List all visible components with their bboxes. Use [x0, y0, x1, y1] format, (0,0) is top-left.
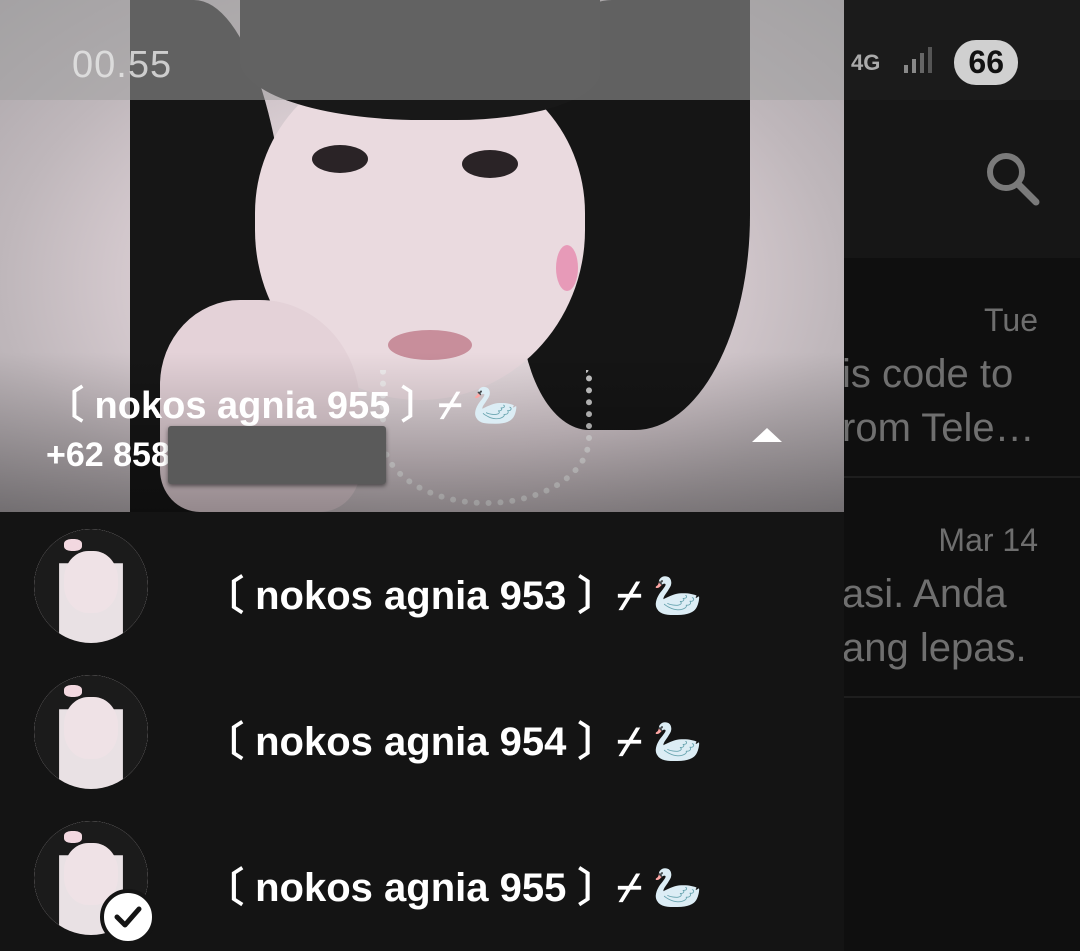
account-name: 〔 nokos agnia 954 〕⌿ 🦢: [204, 720, 703, 764]
chat-preview: rom Tele…: [842, 406, 1035, 450]
profile-photo-earring: [556, 245, 578, 291]
avatar-face: [64, 697, 118, 759]
chevron-up-icon[interactable]: [752, 428, 782, 442]
account-name: 〔 nokos agnia 953 〕⌿ 🦢: [204, 574, 703, 618]
account-item[interactable]: 〔 nokos agnia 953 〕⌿ 🦢: [0, 513, 844, 659]
navigation-drawer: 00.55 〔 nokos agnia 955 〕⌿ 🦢 +62 858 〔 n…: [0, 0, 844, 951]
avatar: [34, 675, 148, 789]
profile-photo-eye: [312, 145, 368, 173]
account-item-active[interactable]: 〔 nokos agnia 955 〕⌿ 🦢: [0, 805, 844, 951]
chat-preview: is code to: [842, 352, 1014, 396]
avatar-bow: [64, 539, 82, 551]
chat-preview: ang lepas.: [842, 626, 1027, 670]
avatar: [34, 529, 148, 643]
phone-redaction: [168, 426, 386, 484]
chat-date: Mar 14: [938, 522, 1038, 558]
chat-preview: asi. Anda: [842, 572, 1007, 616]
account-item[interactable]: 〔 nokos agnia 954 〕⌿ 🦢: [0, 659, 844, 805]
signal-icon: [902, 45, 933, 81]
profile-photo-eye: [462, 150, 518, 178]
chat-date: Tue: [984, 302, 1038, 338]
avatar-face: [64, 551, 118, 613]
drawer-header[interactable]: 00.55 〔 nokos agnia 955 〕⌿ 🦢 +62 858: [0, 0, 844, 512]
avatar-bow: [64, 685, 82, 697]
current-account-phone: +62 858: [46, 436, 170, 474]
current-account-name: 〔 nokos agnia 955 〕⌿ 🦢: [46, 385, 520, 427]
network-type: 4G: [851, 49, 881, 75]
check-icon: [100, 889, 156, 945]
avatar-bow: [64, 831, 82, 843]
status-time: 00.55: [72, 44, 173, 86]
account-name: 〔 nokos agnia 955 〕⌿ 🦢: [204, 866, 703, 910]
battery-indicator: 66: [954, 40, 1018, 85]
search-icon[interactable]: [984, 150, 1040, 206]
